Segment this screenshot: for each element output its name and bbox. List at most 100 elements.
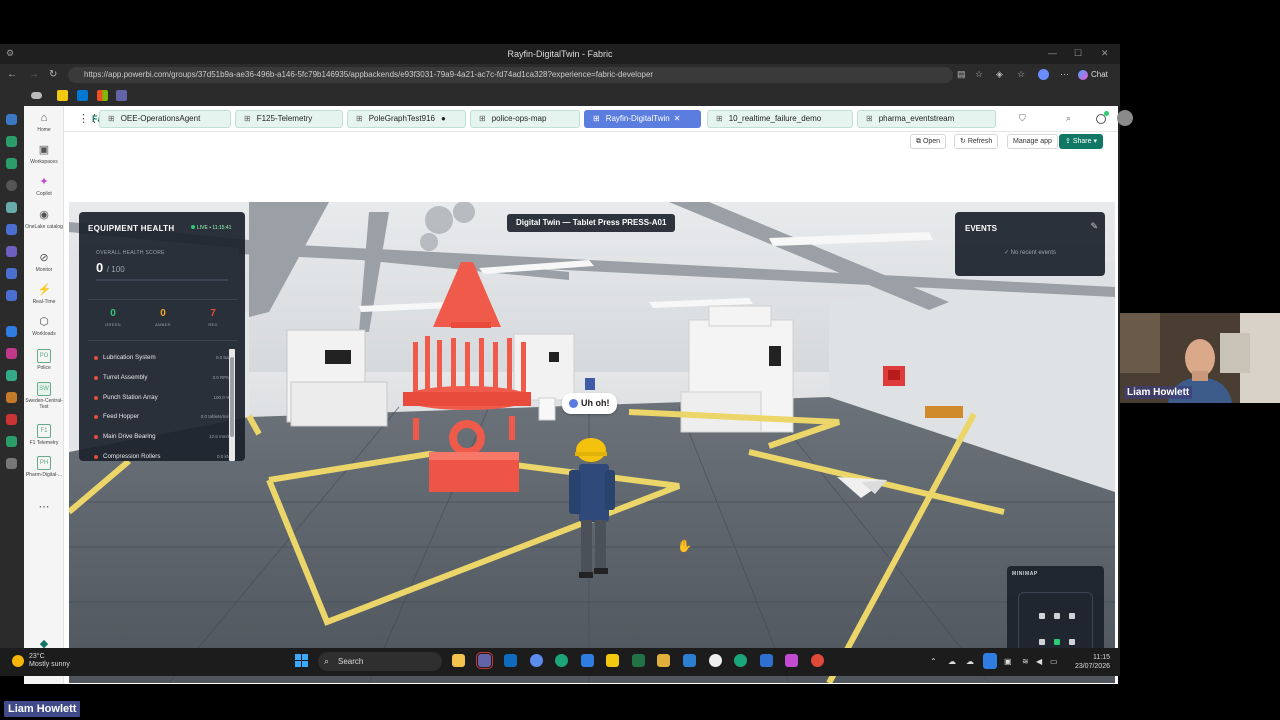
rail-item[interactable]: ▣ Workspaces bbox=[24, 144, 64, 165]
sidebar-app-icon[interactable] bbox=[6, 290, 17, 301]
sidebar-app-icon[interactable] bbox=[6, 326, 17, 337]
sidebar-app-icon[interactable] bbox=[6, 348, 17, 359]
extensions-icon[interactable]: ◈ bbox=[996, 69, 1003, 80]
rail-item[interactable]: ⬡ Workloads bbox=[24, 316, 64, 337]
sidebar-app-icon[interactable] bbox=[6, 202, 17, 213]
rail-item[interactable]: ⋯ bbox=[24, 501, 64, 516]
avatar[interactable] bbox=[1117, 110, 1133, 126]
tray-app-icon[interactable]: ☁ bbox=[948, 657, 956, 666]
tray-chevron-icon[interactable]: ⌃ bbox=[930, 657, 937, 666]
equipment-row[interactable]: Lubrication System 0.0 bar bbox=[88, 349, 238, 369]
powerbi-icon[interactable] bbox=[606, 654, 619, 667]
manage-app-button[interactable]: Manage app bbox=[1007, 134, 1058, 149]
sidebar-app-icon[interactable] bbox=[6, 370, 17, 381]
digital-twin-viewport[interactable]: ✋ EQUIPMENT HEALTH LIVE • 11:15:41 OVERA… bbox=[69, 202, 1115, 683]
scrollbar-thumb[interactable] bbox=[230, 357, 234, 437]
copilot-app-icon[interactable] bbox=[785, 654, 798, 667]
vscode-icon[interactable] bbox=[683, 654, 696, 667]
tray-app-icon[interactable]: ▣ bbox=[1004, 657, 1012, 666]
tab-label: OEE-OperationsAgent bbox=[120, 114, 201, 123]
sidebar-app-icon[interactable] bbox=[6, 158, 17, 169]
tab-oee-operationsagent[interactable]: ⊞ OEE-OperationsAgent bbox=[99, 110, 231, 128]
equipment-row[interactable]: Turret Assembly 3.0 RPM bbox=[88, 369, 238, 389]
microsoft-bookmark-icon[interactable] bbox=[97, 90, 108, 101]
rail-item[interactable]: ⌂ Home bbox=[24, 112, 64, 133]
rail-item[interactable]: ⚡ Real-Time bbox=[24, 284, 64, 305]
rail-item[interactable]: ⊘ Monitor bbox=[24, 252, 64, 273]
reload-icon[interactable]: ↻ bbox=[49, 69, 57, 80]
sidebar-app-icon[interactable] bbox=[6, 436, 17, 447]
back-icon[interactable]: ← bbox=[7, 69, 17, 80]
tab-f125-telemetry[interactable]: ⊞ F125-Telemetry bbox=[235, 110, 343, 128]
wifi-icon[interactable]: ≋ bbox=[1022, 657, 1029, 666]
app-icon[interactable] bbox=[811, 654, 824, 667]
rail-item[interactable]: SW Sweden-Central-Test bbox=[24, 382, 64, 410]
sidebar-app-icon[interactable] bbox=[6, 136, 17, 147]
bookmark-icon[interactable] bbox=[31, 92, 42, 99]
edge-icon[interactable] bbox=[555, 654, 568, 667]
github-icon[interactable] bbox=[709, 654, 722, 667]
equipment-row[interactable]: Compression Rollers 0.0 kN bbox=[88, 448, 238, 468]
url-field[interactable]: https://app.powerbi.com/groups/37d51b9a-… bbox=[68, 67, 953, 83]
rail-item[interactable]: PH Pharm-Digital-... bbox=[24, 456, 64, 478]
equipment-row[interactable]: Punch Station Array 100.0 % bbox=[88, 389, 238, 409]
forward-icon[interactable]: → bbox=[29, 69, 39, 80]
close-tab-icon[interactable]: ✕ bbox=[674, 114, 681, 123]
add-sidebar-app-icon[interactable] bbox=[6, 458, 17, 469]
equipment-row[interactable]: Feed Hopper 0.0 tablets/min bbox=[88, 408, 238, 428]
powerbi-bookmark-icon[interactable] bbox=[57, 90, 68, 101]
tab-pharma-eventstream[interactable]: ⊞ pharma_eventstream bbox=[857, 110, 996, 128]
start-button[interactable] bbox=[295, 654, 309, 668]
close-window-icon[interactable]: ✕ bbox=[1101, 48, 1109, 59]
sidebar-app-icon[interactable] bbox=[6, 246, 17, 257]
sidebar-app-icon[interactable] bbox=[6, 392, 17, 403]
edge-dev-icon[interactable] bbox=[734, 654, 747, 667]
file-explorer-icon[interactable] bbox=[452, 654, 465, 667]
clock[interactable]: 11:15 23/07/2026 bbox=[1070, 653, 1110, 671]
tab-rayfin-digitaltwin[interactable]: ⊞ Rayfin-DigitalTwin ✕ bbox=[584, 110, 701, 128]
minimize-icon[interactable]: — bbox=[1048, 48, 1057, 58]
app-icon[interactable] bbox=[530, 654, 543, 667]
sidebar-app-icon[interactable] bbox=[6, 268, 17, 279]
tab-10-realtime-failure-demo[interactable]: ⊞ 10_realtime_failure_demo bbox=[707, 110, 853, 128]
rail-item[interactable]: F1 F1 Telemetry bbox=[24, 424, 64, 446]
sidebar-app-icon[interactable] bbox=[6, 114, 17, 125]
volume-icon[interactable]: ◀ bbox=[1036, 657, 1042, 666]
reader-icon[interactable]: ▤ bbox=[957, 69, 966, 80]
search-icon[interactable]: ⌕ bbox=[1066, 113, 1071, 124]
rail-item[interactable]: PO Police bbox=[24, 349, 64, 371]
equipment-list-scrollbar[interactable] bbox=[229, 349, 235, 461]
excel-icon[interactable] bbox=[632, 654, 645, 667]
rail-item[interactable]: ✦ Copilot bbox=[24, 176, 64, 197]
edit-pen-icon[interactable]: ✎ bbox=[1090, 221, 1098, 232]
profile-icon[interactable] bbox=[1038, 69, 1049, 80]
teams-icon[interactable] bbox=[476, 652, 493, 669]
more-menu-icon[interactable]: ⋯ bbox=[1060, 69, 1069, 80]
open-button[interactable]: ⧉ Open bbox=[910, 134, 947, 149]
app-icon[interactable] bbox=[760, 654, 773, 667]
shield-icon[interactable]: ⛉ bbox=[1019, 113, 1026, 124]
azure-bookmark-icon[interactable] bbox=[77, 90, 88, 101]
tab-polegraphtest916[interactable]: ⊞ PoleGraphTest916 ● bbox=[347, 110, 466, 128]
microphone-icon[interactable] bbox=[983, 653, 997, 669]
battery-icon[interactable]: ▭ bbox=[1050, 657, 1058, 666]
share-button[interactable]: ⇪ Share ▾ bbox=[1059, 134, 1103, 149]
rail-item[interactable]: ◉ OneLake catalog bbox=[24, 209, 64, 230]
favorites-icon[interactable]: ☆ bbox=[1017, 69, 1025, 80]
copilot-chat-button[interactable]: Chat bbox=[1078, 67, 1108, 83]
taskbar-search[interactable]: ⌕ Search bbox=[318, 652, 442, 671]
outlook-icon[interactable] bbox=[504, 654, 517, 667]
todo-icon[interactable] bbox=[581, 654, 594, 667]
teams-bookmark-icon[interactable] bbox=[116, 90, 127, 101]
onedrive-icon[interactable]: ☁ bbox=[966, 657, 974, 666]
app-icon[interactable] bbox=[657, 654, 670, 667]
maximize-icon[interactable]: ☐ bbox=[1074, 48, 1082, 59]
sidebar-app-icon[interactable] bbox=[6, 414, 17, 425]
equipment-row[interactable]: Main Drive Bearing 12.5 mm/s bbox=[88, 428, 238, 448]
status-dot-icon bbox=[94, 435, 98, 440]
favorite-star-icon[interactable]: ☆ bbox=[975, 69, 983, 80]
refresh-button[interactable]: ↻ Refresh bbox=[954, 134, 999, 149]
tab-police-ops-map[interactable]: ⊞ police-ops-map bbox=[470, 110, 580, 128]
sidebar-app-icon[interactable] bbox=[6, 180, 17, 191]
sidebar-app-icon[interactable] bbox=[6, 224, 17, 235]
